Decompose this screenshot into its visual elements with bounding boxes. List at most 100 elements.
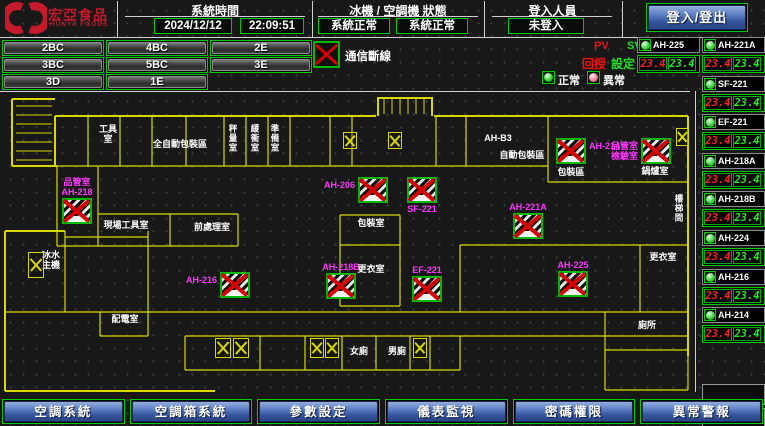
room-label: 更衣室 (648, 252, 678, 262)
ahu-list-item-ah-214[interactable]: AH-21423.423.4 (702, 307, 765, 343)
status-led-icon (704, 116, 716, 128)
ahu-name: EF-221 (718, 117, 748, 127)
pv-value: 23.4 (704, 96, 732, 110)
device-label: AH-225 (557, 260, 588, 270)
ahu-unit-icon[interactable] (641, 138, 671, 164)
device-label: AH-206 (324, 180, 355, 190)
pv-value: 23.4 (704, 173, 732, 187)
sv-value: 23.4 (733, 211, 761, 225)
ahu-list-item-ah-224[interactable]: AH-22423.423.4 (702, 230, 765, 266)
device-label-line: AH-206 (324, 180, 355, 190)
ahu-unit-icon[interactable] (556, 138, 586, 164)
device-label: AH-216 (186, 275, 217, 285)
nav-password-auth[interactable]: 密碼權限 (515, 401, 634, 422)
ahu-unit-icon[interactable] (513, 213, 543, 239)
plan-device-9[interactable]: 品管室檢驗室 (641, 138, 671, 164)
floor-button-5bc[interactable]: 5BC (108, 59, 206, 71)
plan-device-4[interactable]: AH-221A (513, 213, 543, 239)
led-dot (706, 195, 715, 204)
nav-ahu-system[interactable]: 空調箱系統 (132, 401, 251, 422)
ahu-values: 23.423.4 (702, 171, 765, 189)
floor-plan: 品管室AH-218 AH-206 SF-221 AH-221A AH-225 AH-218… (0, 92, 700, 395)
ahu-unit-icon[interactable] (412, 276, 442, 302)
ahu-name-box: EF-221 (702, 114, 765, 130)
nav-button-frame: 空調箱系統 (130, 399, 253, 424)
room-label: 廁所 (636, 320, 658, 330)
sv-value: 23.4 (733, 96, 761, 110)
floor-button-4bc[interactable]: 4BC (108, 42, 206, 54)
device-label: SF-221 (407, 204, 437, 214)
led-dot (706, 118, 715, 127)
floor-button-3bc[interactable]: 3BC (4, 59, 102, 71)
device-label-line: AH-221A (509, 202, 547, 212)
login-label: 登入人員 (495, 2, 610, 19)
ahu-name-box: SF-221 (702, 76, 765, 92)
ahu-list-item-ef-221[interactable]: EF-22123.423.4 (702, 114, 765, 150)
login-status-value: 未登入 (508, 18, 584, 34)
ahu-list-item-sf-221[interactable]: SF-221 23.423.4 (702, 76, 765, 112)
ahu-values: 23.423.4 (702, 287, 765, 305)
plan-device-3[interactable]: SF-221 (407, 177, 437, 203)
plan-device-5[interactable]: AH-225 (558, 271, 588, 297)
stair-marker-5 (215, 338, 231, 358)
ahu-unit-icon[interactable] (62, 198, 92, 224)
ahu-list-item-ah-218a[interactable]: AH-218A 23.423.4 (702, 153, 765, 189)
status-led-icon (704, 309, 716, 321)
stair-marker-3 (676, 128, 689, 146)
ahu-name-box: AH-214 (702, 307, 765, 323)
pv-header-label: PV (594, 40, 609, 52)
ahu-unit-icon[interactable] (220, 272, 250, 298)
floor-button-frame: 2BC (2, 40, 104, 56)
status-led-icon (704, 193, 716, 205)
floor-button-3d[interactable]: 3D (4, 76, 102, 88)
ahu-unit-icon[interactable] (358, 177, 388, 203)
plan-device-10[interactable]: AH-216 (220, 272, 250, 298)
ahu-list-item-ah-221a[interactable]: AH-221A23.423.4 (702, 37, 765, 73)
device-label-line: 品管室 (61, 177, 92, 187)
status-led-icon (704, 78, 716, 90)
device-label-line: SF-221 (407, 204, 437, 214)
ahu-name: AH-225 (653, 40, 684, 50)
ahu-list-item-ah-216[interactable]: AH-21623.423.4 (702, 269, 765, 305)
ahu-name: AH-214 (718, 310, 749, 320)
floor-button-2e[interactable]: 2E (212, 42, 310, 54)
ahu-name-box: AH-218A (702, 153, 765, 169)
ahu-name-box: AH-224 (702, 230, 765, 246)
stair-marker-1 (343, 132, 357, 149)
floor-button-3e[interactable]: 3E (212, 59, 310, 71)
floor-button-1e[interactable]: 1E (108, 76, 206, 88)
nav-alarm[interactable]: 異常警報 (642, 401, 761, 422)
floor-button-frame: 3D (2, 74, 104, 90)
nav-param-settings[interactable]: 參數設定 (259, 401, 378, 422)
ahu-unit-icon[interactable] (407, 177, 437, 203)
floor-button-frame: 3E (210, 57, 312, 73)
ahu-list-item-ah-218b[interactable]: AH-218B23.423.4 (702, 191, 765, 227)
nav-meter-monitor[interactable]: 儀表監視 (387, 401, 506, 422)
ahu-unit-icon[interactable] (558, 271, 588, 297)
room-label: 準備室 (270, 124, 280, 153)
sv-value: 23.4 (668, 57, 696, 71)
status-led-icon (704, 155, 716, 167)
login-button-frame: 登入/登出 (646, 3, 748, 32)
ahu-top-block[interactable]: AH-225 23.4 23.4 (637, 37, 700, 73)
plan-device-2[interactable]: AH-206 (358, 177, 388, 203)
plan-device-8[interactable]: AH-214 (556, 138, 586, 164)
pv-value: 23.4 (704, 134, 732, 148)
login-logout-button[interactable]: 登入/登出 (648, 5, 746, 30)
led-dot (706, 157, 715, 166)
device-label-line: 品管室 (611, 141, 638, 151)
nav-button-frame: 儀表監視 (385, 399, 508, 424)
floor-button-frame: 4BC (106, 40, 208, 56)
status-led-icon (639, 39, 651, 51)
device-label: AH-218B (322, 262, 360, 272)
chiller-status-value: 系統正常 (318, 18, 390, 34)
room-label: 前處理室 (192, 222, 232, 232)
plan-device-7[interactable]: EF-221 (412, 276, 442, 302)
floor-button-2bc[interactable]: 2BC (4, 42, 102, 54)
ahu-unit-icon[interactable] (326, 273, 356, 299)
nav-ac-system[interactable]: 空調系統 (4, 401, 123, 422)
device-label: 品管室檢驗室 (611, 141, 638, 161)
plan-device-1[interactable]: 品管室AH-218 (62, 198, 92, 224)
plan-device-6[interactable]: AH-218B (326, 273, 356, 299)
room-label: 配電室 (110, 314, 140, 324)
